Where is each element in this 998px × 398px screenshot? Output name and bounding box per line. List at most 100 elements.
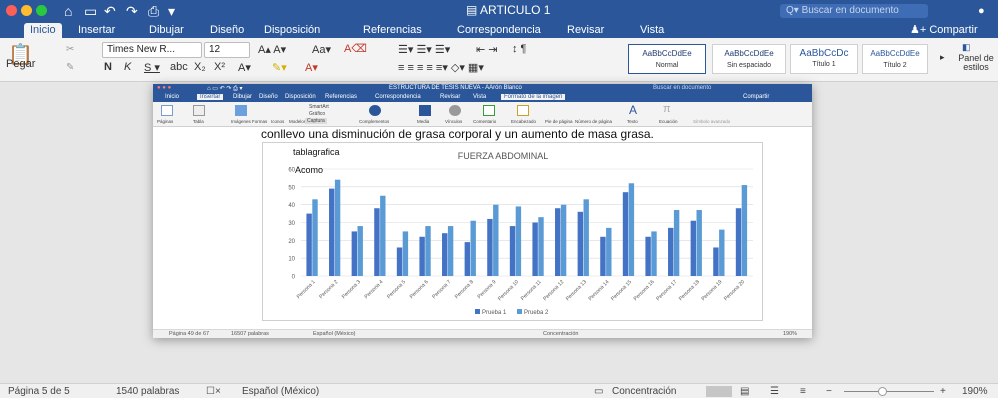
zoom-slider[interactable] (844, 391, 934, 392)
inner-share: Compartir (743, 94, 770, 100)
tab-referencias[interactable]: Referencias (363, 23, 422, 37)
close-window-button[interactable] (6, 5, 17, 16)
tab-diseno[interactable]: Diseño (210, 23, 244, 37)
draft-icon[interactable]: ≡ (800, 386, 806, 397)
tab-dibujar[interactable]: Dibujar (149, 23, 184, 37)
x-tick-label: Persona 20 (723, 279, 746, 302)
bar (470, 220, 476, 276)
bullets-icon[interactable]: ☰▾ ☰▾ ☰▾ (398, 43, 450, 56)
customize-icon[interactable]: ▾ (168, 2, 175, 20)
legend-swatch (517, 309, 522, 314)
inner-ribbon-label: Complementos (359, 119, 390, 124)
clear-format-icon[interactable]: A⌫ (344, 42, 367, 55)
strikethrough-button[interactable]: abc (170, 61, 188, 73)
bar (741, 185, 748, 276)
account-icon[interactable]: ● (978, 2, 985, 20)
styles-more-icon[interactable]: ▸ (940, 52, 945, 63)
inner-status-lang: Español (México) (313, 331, 356, 337)
proofing-icon[interactable]: ☐× (206, 386, 221, 397)
status-language[interactable]: Español (México) (242, 386, 319, 397)
print-layout-button[interactable] (706, 386, 732, 397)
italic-button[interactable]: K (124, 61, 131, 73)
format-painter-icon[interactable]: ✎ (66, 62, 74, 73)
inner-tabs: Inicio Insertar Dibujar Diseño Disposici… (153, 93, 812, 102)
sort-icon[interactable]: ↕ ¶ (512, 43, 526, 55)
status-page[interactable]: Página 5 de 5 (8, 386, 70, 397)
styles-pane-icon[interactable]: ◧ (962, 42, 971, 53)
print-icon[interactable]: ⎙ (148, 2, 159, 20)
inner-tab-format: Formato de la imagen (501, 94, 566, 100)
status-words[interactable]: 1540 palabras (116, 386, 179, 397)
inner-ribbon-label: Texto (627, 119, 638, 124)
style-no-spacing[interactable]: AaBbCcDdEe Sin espaciado (712, 44, 786, 74)
indent-icon[interactable]: ⇤ ⇥ (476, 43, 498, 56)
home-icon[interactable]: ⌂ (64, 2, 72, 20)
chart-title: FUERZA ABDOMINAL (458, 151, 549, 161)
bar (583, 199, 589, 276)
zoom-window-button[interactable] (36, 5, 47, 16)
grow-font-icon[interactable]: A▴ A▾ (258, 43, 286, 56)
web-layout-icon[interactable]: ▤ (740, 386, 749, 397)
inner-tab: Referencias (325, 94, 358, 100)
tab-disposicion[interactable]: Disposición (264, 23, 320, 37)
tab-revisar[interactable]: Revisar (567, 23, 604, 37)
zoom-level[interactable]: 190% (962, 386, 988, 397)
chart-annotation: tablagrafica (293, 147, 340, 157)
search-input[interactable]: Q▾ Buscar en documento (780, 4, 928, 18)
addins-icon (369, 105, 381, 116)
inner-tab: Correspondencia (375, 94, 421, 100)
bar (515, 206, 522, 276)
bar (600, 236, 606, 276)
zoom-slider-thumb[interactable] (878, 387, 887, 396)
inner-traffic-icon: ● ● ● (157, 85, 172, 91)
undo-icon[interactable]: ↶ (104, 2, 116, 20)
save-icon[interactable]: ▭ (84, 2, 97, 20)
legend-swatch (475, 309, 480, 314)
style-heading-2[interactable]: AaBbCcDdEe Título 2 (862, 44, 928, 74)
font-family-select[interactable]: Times New R... (102, 42, 202, 58)
chart-bars (306, 179, 748, 276)
x-tick-label: Persona 14 (588, 279, 611, 302)
bar (713, 247, 719, 276)
media-icon (419, 105, 431, 116)
style-heading-1[interactable]: AaBbCcDc Título 1 (790, 44, 858, 74)
change-case-icon[interactable]: Aa▾ (312, 43, 331, 56)
bold-button[interactable]: N (104, 61, 112, 73)
inner-qat-icons: ⌂ ▭ ↶ ↷ ⎙ ▾ (207, 86, 243, 92)
bar (357, 226, 363, 276)
tab-vista[interactable]: Vista (640, 23, 664, 37)
style-normal[interactable]: AaBbCcDdEe Normal (628, 44, 706, 74)
y-tick-label: 10 (288, 257, 295, 263)
x-tick-label: Persona 19 (701, 279, 724, 302)
x-tick-label: Persona 10 (497, 279, 520, 302)
superscript-button[interactable]: X² (214, 61, 225, 73)
subscript-button[interactable]: X₂ (194, 61, 206, 73)
comment-icon (483, 105, 495, 116)
cut-icon[interactable]: ✂ (66, 44, 74, 55)
chart-svg: 0102030405060 Persona 1 Persona 2 Persona … (288, 147, 753, 316)
tab-correspondencia[interactable]: Correspondencia (457, 23, 541, 37)
zoom-in-button[interactable]: + (940, 386, 946, 397)
bar (487, 218, 493, 276)
outline-icon[interactable]: ☰ (770, 386, 779, 397)
underline-button[interactable]: S ▾ (144, 61, 160, 74)
tab-inicio[interactable]: Inicio (24, 23, 62, 38)
tab-insertar[interactable]: Insertar (78, 23, 115, 37)
align-icons[interactable]: ≡ ≡ ≡ ≡ ≡▾ ◇▾ ▦▾ (398, 61, 484, 74)
focus-icon[interactable]: ▭ (594, 386, 603, 397)
y-tick-label: 20 (288, 239, 295, 245)
share-button[interactable]: ♟+ Compartir (910, 23, 978, 37)
chart-container[interactable]: 0 10 20 30 40 50 60 Persona 1 Persona 2 Persona … (262, 142, 763, 321)
text-effects-icon[interactable]: A▾ (238, 61, 251, 74)
redo-icon[interactable]: ↷ (126, 2, 138, 20)
zoom-out-button[interactable]: − (826, 386, 832, 397)
x-tick-label: Persona 1 (296, 279, 317, 300)
font-size-select[interactable]: 12 (204, 42, 250, 58)
highlight-icon[interactable]: ✎▾ (272, 61, 287, 74)
legend-label: Prueba 2 (524, 310, 549, 316)
font-color-icon[interactable]: A▾ (305, 61, 318, 74)
styles-pane-button[interactable]: Panel de estilos (954, 54, 998, 72)
minimize-window-button[interactable] (21, 5, 32, 16)
focus-button[interactable]: Concentración (612, 386, 676, 397)
y-tick-label: 30 (288, 221, 295, 227)
